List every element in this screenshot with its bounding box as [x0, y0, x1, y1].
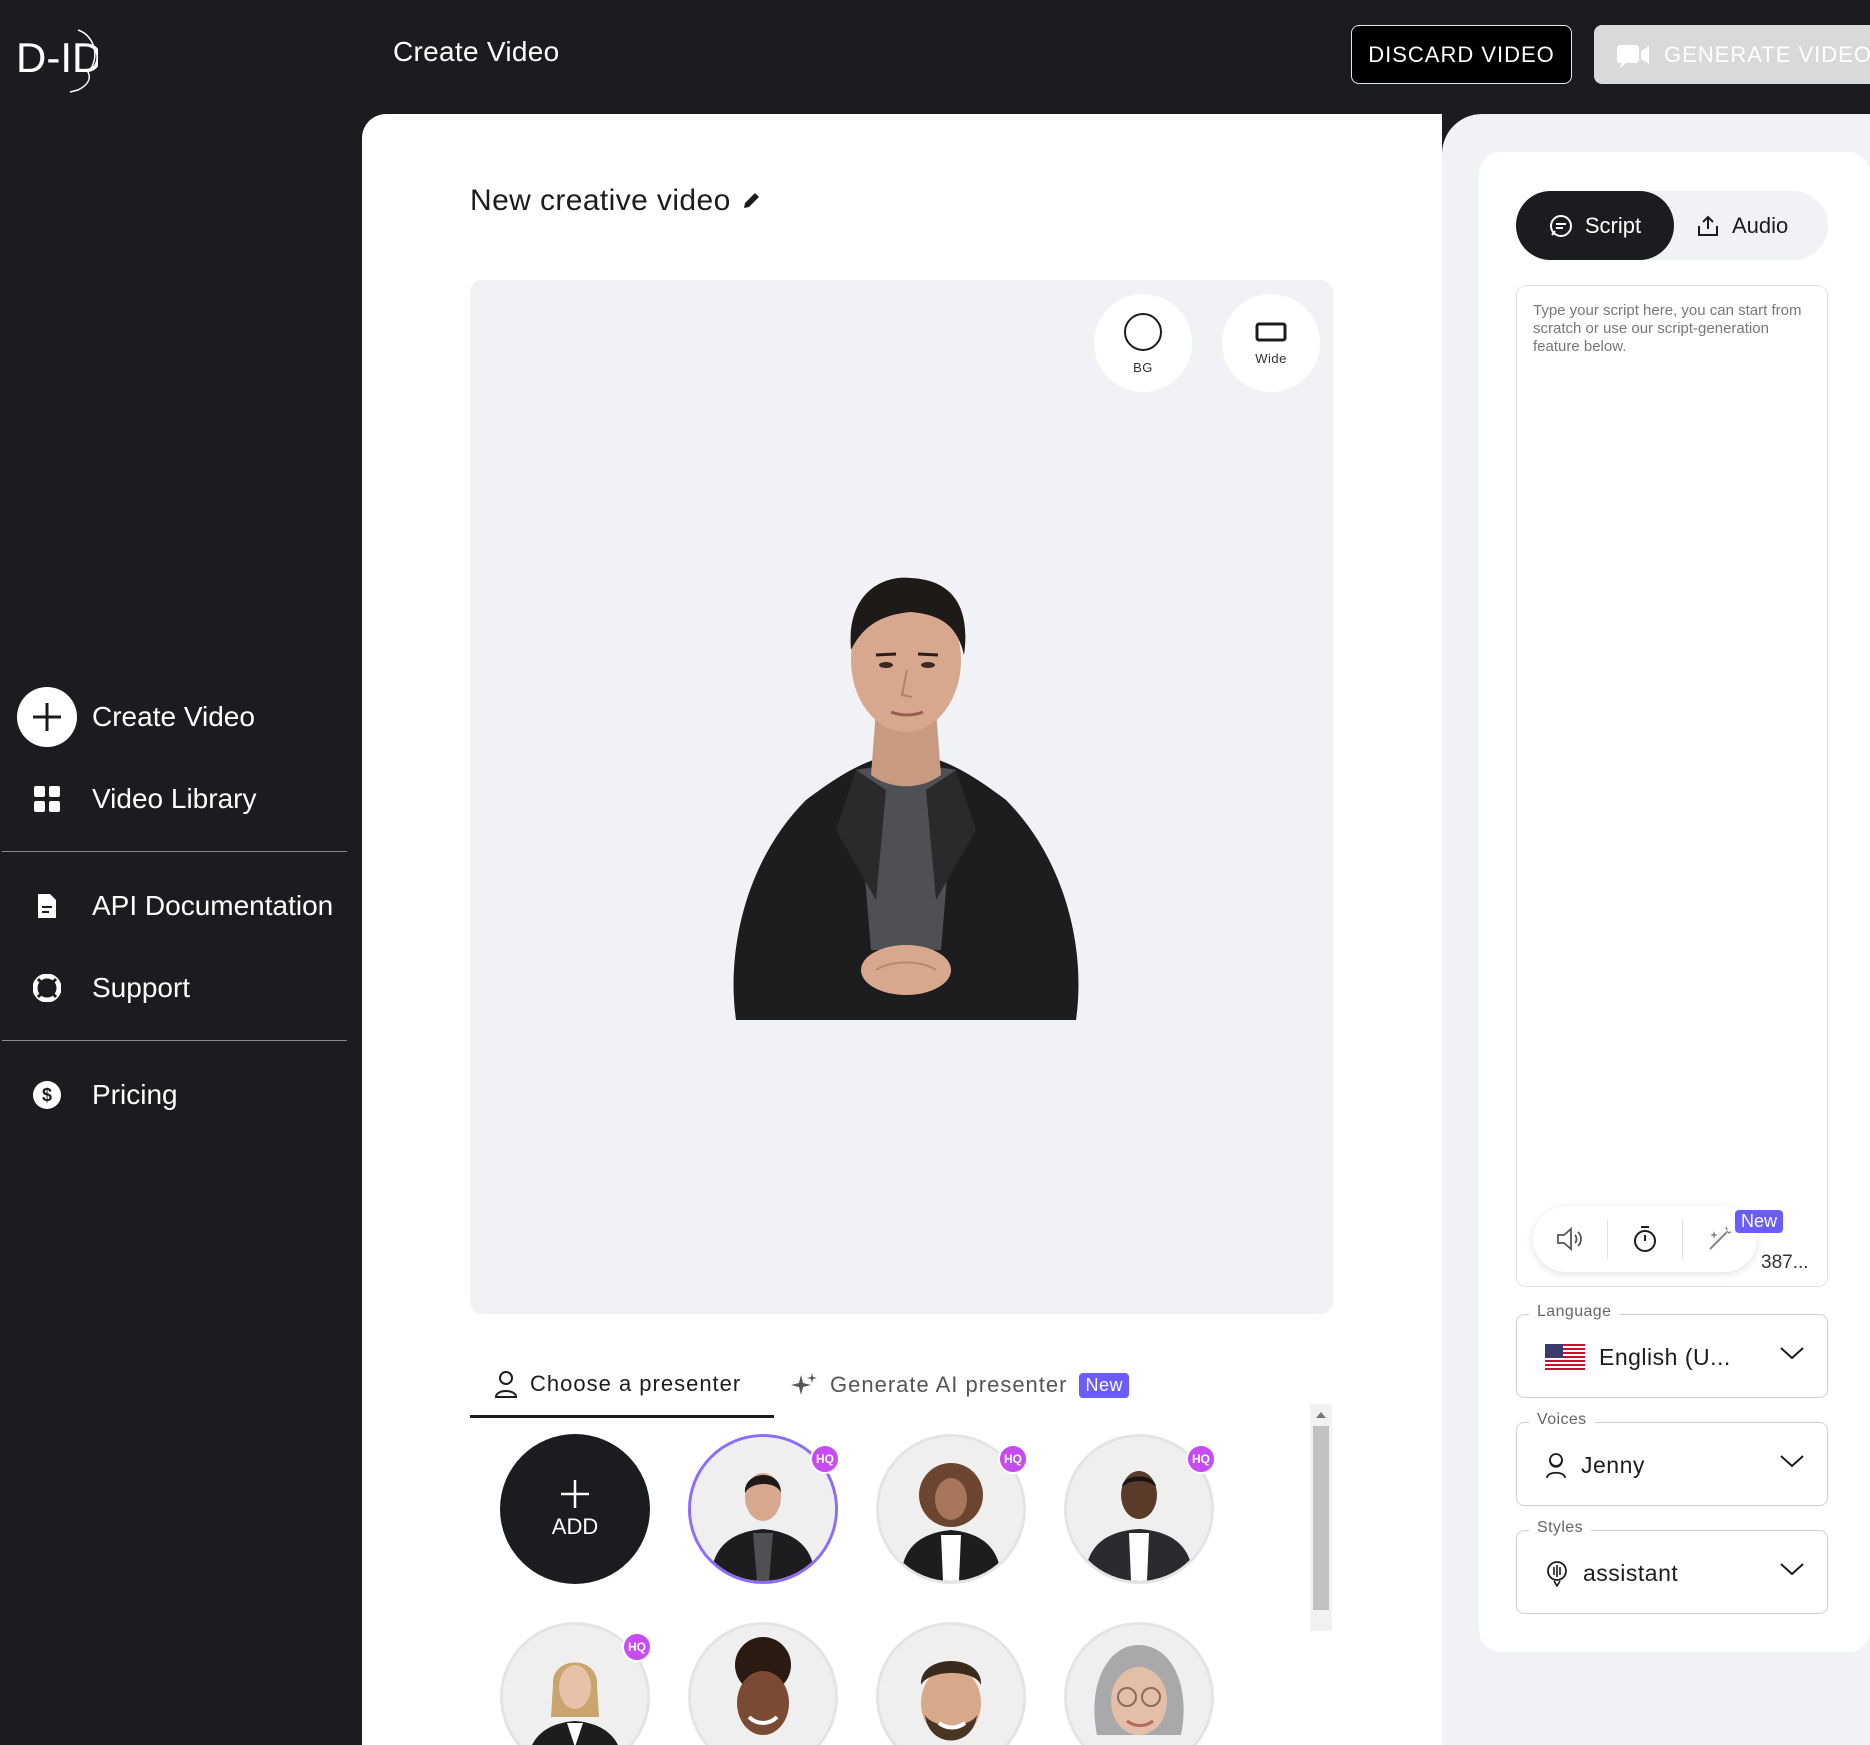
hq-badge: HQ [1186, 1444, 1216, 1474]
presenter-tabs: Choose a presenter Generate AI presenter… [470, 1352, 1333, 1418]
chevron-down-icon [1780, 1347, 1804, 1360]
styles-value: assistant [1583, 1559, 1679, 1586]
presenter-avatar[interactable] [1064, 1622, 1214, 1745]
female-voice-icon [1546, 1453, 1566, 1479]
new-badge: New [1735, 1210, 1784, 1233]
plus-icon [16, 686, 78, 748]
magic-wand-icon [1709, 1226, 1732, 1250]
tab-label: Choose a presenter [530, 1370, 742, 1396]
video-title[interactable]: New creative video [470, 184, 761, 218]
scroll-thumb[interactable] [1313, 1426, 1329, 1610]
presenter-preview[interactable] [716, 570, 1096, 1030]
wide-aspect-button[interactable]: Wide [1222, 294, 1320, 392]
background-label: BG [1133, 359, 1153, 375]
presenter-thumbnail [879, 1625, 1023, 1745]
sidebar-divider [2, 1040, 347, 1041]
wide-label: Wide [1255, 350, 1287, 366]
tab-choose-presenter[interactable]: Choose a presenter [470, 1352, 774, 1418]
sidebar-divider [2, 851, 347, 852]
person-icon [494, 1370, 518, 1398]
chat-icon [1549, 214, 1572, 237]
svg-text:$: $ [42, 1085, 52, 1105]
presenter-avatar[interactable] [688, 1622, 838, 1745]
svg-text:D-ID: D-ID [16, 34, 98, 81]
grid-icon [16, 768, 78, 830]
tab-audio[interactable]: Audio [1696, 191, 1828, 260]
sidebar: Create Video Video Library API Documenta… [0, 114, 362, 1745]
top-bar: D-ID Create Video DISCARD VIDEO GENERATE… [0, 0, 1870, 114]
sidebar-item-label: Support [92, 972, 191, 1003]
gallery-scrollbar[interactable] [1310, 1404, 1332, 1631]
presenter-avatar[interactable] [876, 1622, 1026, 1745]
editor-panel: New creative video BG Wide Choose a pres… [362, 114, 1442, 1745]
script-placeholder: Type your script here, you can start fro… [1533, 302, 1802, 355]
lifebuoy-icon [16, 957, 78, 1019]
stopwatch-icon [1634, 1226, 1656, 1252]
styles-select[interactable]: Styles assistant [1516, 1519, 1828, 1614]
hq-badge: HQ [810, 1444, 840, 1474]
tab-script-label: Script [1584, 212, 1642, 238]
tab-script[interactable]: Script [1516, 191, 1674, 260]
circle-icon [1124, 312, 1162, 351]
sidebar-item-api-documentation[interactable]: API Documentation [0, 875, 350, 937]
video-title-text: New creative video [470, 184, 731, 217]
script-textarea[interactable]: Type your script here, you can start fro… [1516, 285, 1828, 1287]
presenter-thumbnail [1067, 1625, 1211, 1745]
sidebar-item-label: Create Video [92, 701, 255, 732]
background-button[interactable]: BG [1094, 294, 1192, 392]
sidebar-item-support[interactable]: Support [0, 957, 350, 1019]
voices-select[interactable]: Voices Jenny [1516, 1411, 1828, 1506]
hq-badge: HQ [998, 1444, 1028, 1474]
document-icon [16, 875, 78, 937]
language-select[interactable]: Language English (U... [1516, 1303, 1828, 1398]
sparkle-icon [791, 1373, 817, 1395]
script-tools [1533, 1206, 1757, 1272]
rectangle-icon [1255, 322, 1287, 341]
plus-icon [561, 1480, 589, 1508]
sidebar-item-label: Video Library [92, 783, 257, 814]
preview-audio-button[interactable] [1533, 1206, 1607, 1272]
tab-label: Generate AI presenter [830, 1372, 1068, 1397]
chevron-down-icon [1780, 1455, 1804, 1468]
voices-value: Jenny [1581, 1451, 1645, 1478]
tab-generate-ai-presenter[interactable]: Generate AI presenter New [790, 1352, 1129, 1418]
video-camera-icon [1617, 44, 1649, 68]
sidebar-item-pricing[interactable]: $ Pricing [0, 1064, 350, 1126]
pencil-icon[interactable] [741, 191, 761, 211]
tab-audio-label: Audio [1732, 212, 1789, 238]
scroll-up-icon[interactable] [1310, 1406, 1332, 1424]
upload-icon [1698, 215, 1718, 236]
sidebar-item-create-video[interactable]: Create Video [0, 686, 350, 748]
add-presenter-button[interactable]: ADD [500, 1434, 650, 1584]
page-title: Create Video [393, 36, 560, 67]
character-count: 387... [1761, 1252, 1809, 1273]
script-audio-toggle: Script Audio [1516, 191, 1828, 260]
pause-timer-button[interactable] [1608, 1206, 1682, 1272]
discard-video-button[interactable]: DISCARD VIDEO [1351, 25, 1572, 84]
dollar-icon: $ [16, 1064, 78, 1126]
generate-video-label: GENERATE VIDEO [1664, 41, 1870, 67]
hq-badge: HQ [622, 1632, 652, 1662]
generate-video-button[interactable]: GENERATE VIDEO [1594, 25, 1870, 84]
sidebar-item-label: API Documentation [92, 890, 334, 921]
chevron-down-icon [1780, 1563, 1804, 1576]
us-flag-icon [1545, 1344, 1585, 1370]
new-badge: New [1079, 1372, 1129, 1398]
speaker-icon [1557, 1227, 1582, 1251]
presenter-gallery: ADD HQ HQ HQ HQ [470, 1418, 1330, 1745]
add-label: ADD [551, 1514, 599, 1539]
voice-style-icon [1547, 1561, 1567, 1587]
language-value: English (U... [1599, 1343, 1731, 1370]
presenter-thumbnail [691, 1625, 835, 1745]
sidebar-item-video-library[interactable]: Video Library [0, 768, 350, 830]
sidebar-item-label: Pricing [92, 1079, 178, 1110]
d-id-logo[interactable]: D-ID [16, 26, 98, 96]
video-canvas[interactable]: BG Wide [470, 280, 1333, 1314]
